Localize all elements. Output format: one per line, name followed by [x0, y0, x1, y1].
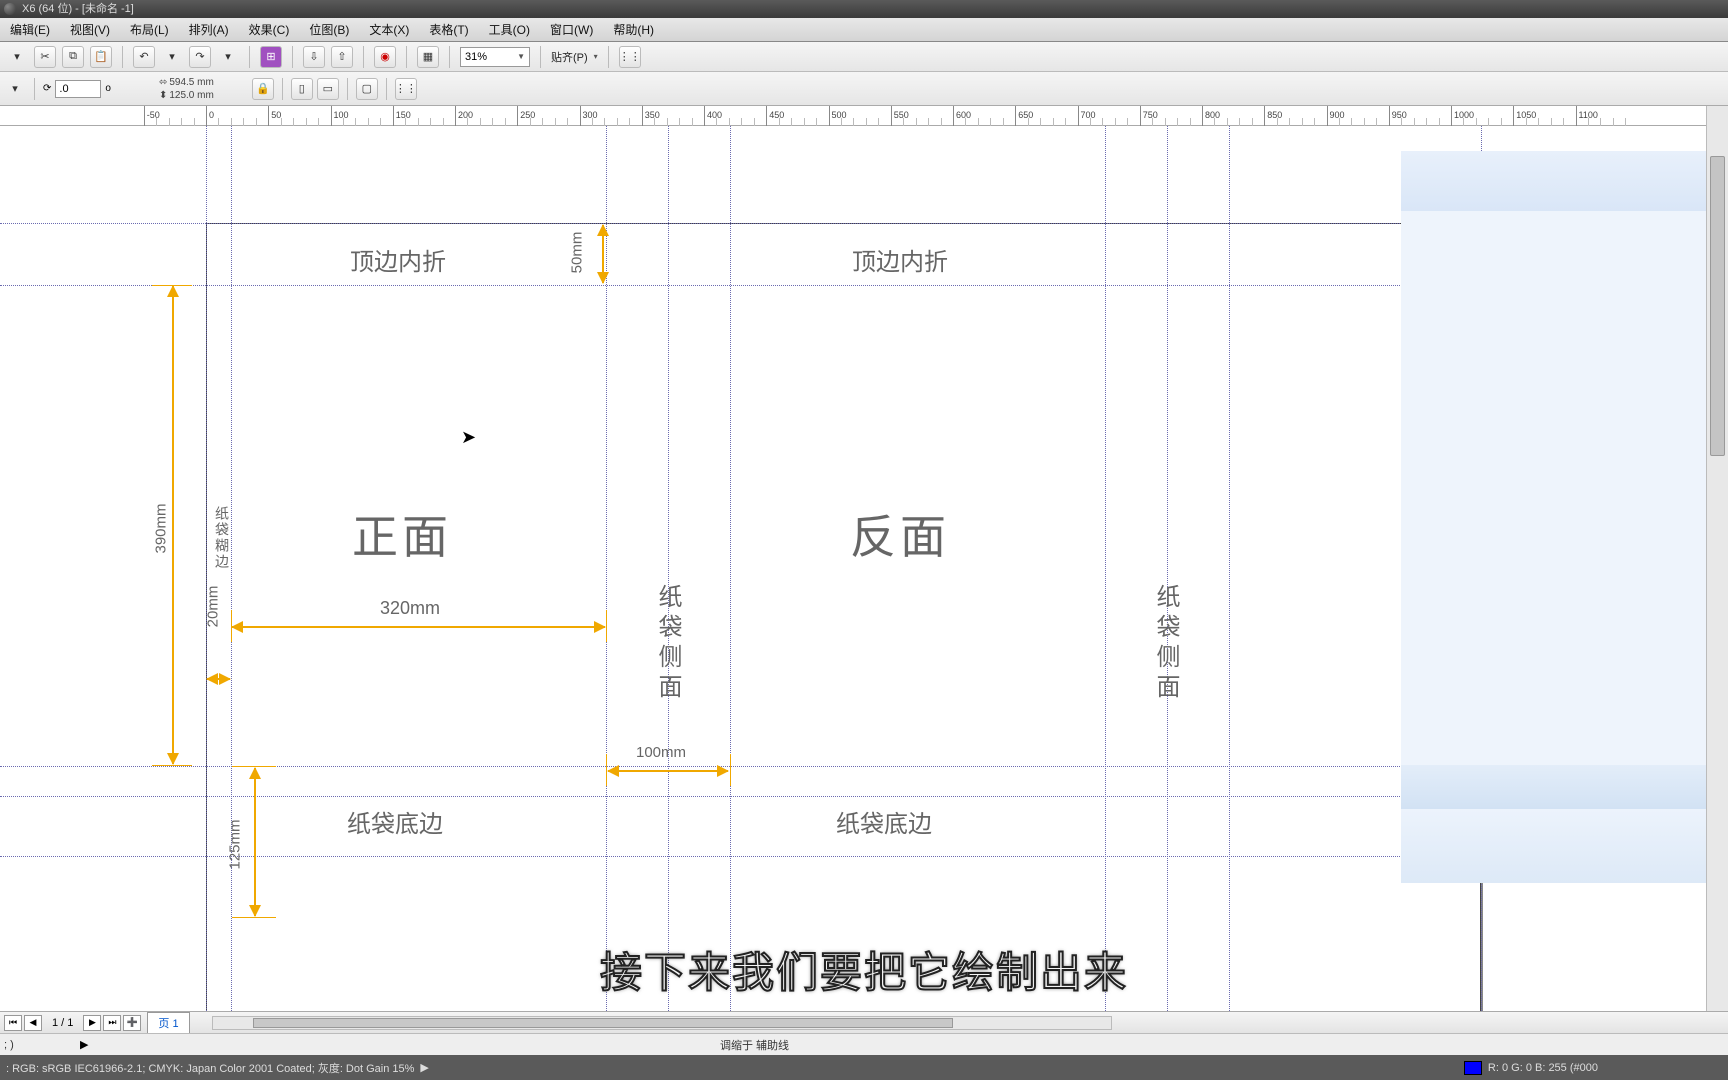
menu-text[interactable]: 文本(X): [359, 21, 419, 38]
triangle-icon: ▶: [80, 1038, 88, 1051]
dim-320mm-label: 320mm: [380, 598, 440, 619]
menu-arrange[interactable]: 排列(A): [179, 21, 239, 38]
front-title: 正面: [352, 501, 452, 567]
menu-edit[interactable]: 编辑(E): [0, 21, 60, 38]
undo-button[interactable]: ↶: [133, 46, 155, 68]
h-scroll-thumb[interactable]: [253, 1018, 953, 1028]
page-add[interactable]: ➕: [123, 1015, 141, 1031]
page-dimensions: ⬄594.5 mm ⬍125.0 mm: [159, 77, 214, 101]
degree-symbol: o: [105, 83, 111, 94]
title-text: X6 (64 位) - [未命名 -1]: [22, 0, 134, 18]
menu-bar[interactable]: 编辑(E) 视图(V) 布局(L) 排列(A) 效果(C) 位图(B) 文本(X…: [0, 18, 1728, 42]
dim-100mm-label: 100mm: [636, 744, 686, 761]
canvas[interactable]: 顶边内折 顶边内折 正面 反面 纸袋侧面 纸袋侧面 纸袋糊边 纸袋底边 纸袋底边…: [0, 126, 1706, 1011]
paste-button[interactable]: 📋: [90, 46, 112, 68]
search-button[interactable]: ⊞: [260, 46, 282, 68]
dim-50mm: [602, 225, 604, 283]
side-label-2: 纸袋侧面: [1148, 584, 1183, 704]
property-bar: ▾ ⟳ .0 o ⬄594.5 mm ⬍125.0 mm 🔒 ▯ ▭ ▢ ⋮⋮: [0, 72, 1728, 106]
app-icon: [4, 3, 16, 15]
color-readout: R: 0 G: 0 B: 255 (#000: [1464, 1061, 1598, 1075]
zoom-value: 31%: [465, 51, 487, 63]
page-prev[interactable]: ◀: [24, 1015, 42, 1031]
menu-bitmap[interactable]: 位图(B): [299, 21, 359, 38]
redo-button[interactable]: ↷: [189, 46, 211, 68]
page-button[interactable]: ▢: [356, 78, 378, 100]
dim-100mm: [608, 770, 728, 772]
menu-view[interactable]: 视图(V): [60, 21, 120, 38]
app-launcher-button[interactable]: ▦: [417, 46, 439, 68]
dim-390mm: [172, 286, 174, 764]
side-label-1: 纸袋侧面: [650, 584, 685, 704]
page-first[interactable]: ⏮: [4, 1015, 22, 1031]
dim-20mm: [207, 678, 230, 680]
rotate-icon: ⟳: [43, 83, 51, 94]
zoom-combo[interactable]: 31% ▼: [460, 47, 530, 67]
menu-layout[interactable]: 布局(L): [120, 21, 179, 38]
top-fold-label-2: 顶边内折: [852, 242, 948, 277]
units-button[interactable]: ⋮⋮: [395, 78, 417, 100]
page-tab-1[interactable]: 页 1: [147, 1012, 189, 1033]
cut-button[interactable]: ✂: [34, 46, 56, 68]
landscape-button[interactable]: ▭: [317, 78, 339, 100]
menu-window[interactable]: 窗口(W): [540, 21, 603, 38]
page-tab-bar: ⏮ ◀ 1 / 1 ▶ ⏭ ➕ 页 1: [0, 1011, 1728, 1033]
scrollbar-thumb[interactable]: [1710, 156, 1725, 456]
bottom-label-2: 纸袋底边: [836, 804, 932, 839]
color-profile-bar: : RGB: sRGB IEC61966-2.1; CMYK: Japan Co…: [0, 1055, 1728, 1080]
copy-button[interactable]: ⧉: [62, 46, 84, 68]
fill-swatch[interactable]: [1464, 1061, 1482, 1075]
cursor-coord: ; ): [0, 1039, 80, 1051]
dim-125mm-label: 125mm: [227, 819, 244, 869]
dim-50mm-label: 50mm: [568, 232, 585, 274]
page-last[interactable]: ⏭: [103, 1015, 121, 1031]
horizontal-scrollbar[interactable]: [212, 1016, 1112, 1030]
workspace: -500501001502002503003504004505005506006…: [0, 106, 1728, 1011]
import-button[interactable]: ⇩: [303, 46, 325, 68]
color-profile-text: : RGB: sRGB IEC61966-2.1; CMYK: Japan Co…: [6, 1060, 414, 1076]
top-fold-label-1: 顶边内折: [350, 242, 446, 277]
glue-edge-label: 纸袋糊边: [212, 506, 232, 570]
ruler-horizontal[interactable]: -500501001502002503003504004505005506006…: [0, 106, 1706, 126]
page-next[interactable]: ▶: [83, 1015, 101, 1031]
menu-table[interactable]: 表格(T): [419, 21, 478, 38]
page-counter: 1 / 1: [44, 1017, 81, 1029]
options-button[interactable]: ⋮⋮: [619, 46, 641, 68]
dropdown-icon[interactable]: ▾: [6, 46, 28, 68]
snap-chevron[interactable]: ▾: [594, 52, 598, 61]
status-bar: ; ) ▶ 调缩于 辅助线: [0, 1033, 1728, 1055]
dim-20mm-label: 20mm: [204, 586, 221, 628]
orientation-dropdown[interactable]: ▾: [4, 78, 26, 100]
menu-help[interactable]: 帮助(H): [603, 21, 664, 38]
snap-label[interactable]: 贴齐(P): [551, 49, 588, 65]
menu-effects[interactable]: 效果(C): [239, 21, 300, 38]
redo-menu[interactable]: ▾: [217, 46, 239, 68]
back-title: 反面: [850, 501, 950, 567]
dim-125mm: [254, 768, 256, 916]
publish-button[interactable]: ◉: [374, 46, 396, 68]
profile-chevron[interactable]: ▶: [420, 1061, 428, 1074]
chevron-down-icon: ▼: [517, 52, 525, 61]
cursor-icon: ➤: [461, 427, 476, 448]
vertical-scrollbar[interactable]: [1706, 106, 1728, 1011]
status-hint: 调缩于 辅助线: [720, 1037, 789, 1053]
lock-button[interactable]: 🔒: [252, 78, 274, 100]
title-bar: X6 (64 位) - [未命名 -1]: [0, 0, 1728, 18]
video-subtitle: 接下来我们要把它绘制出来: [600, 939, 1128, 1000]
export-button[interactable]: ⇧: [331, 46, 353, 68]
bottom-label-1: 纸袋底边: [347, 804, 443, 839]
standard-toolbar: ▾ ✂ ⧉ 📋 ↶ ▾ ↷ ▾ ⊞ ⇩ ⇧ ◉ ▦ 31% ▼ 贴齐(P) ▾ …: [0, 42, 1728, 72]
page-width: 594.5 mm: [169, 77, 213, 88]
page-height: 125.0 mm: [169, 90, 213, 101]
dim-320mm: [232, 626, 605, 628]
rgb-readout: R: 0 G: 0 B: 255 (#000: [1488, 1062, 1598, 1074]
rotation-input[interactable]: .0: [55, 80, 101, 98]
portrait-button[interactable]: ▯: [291, 78, 313, 100]
menu-tools[interactable]: 工具(O): [479, 21, 540, 38]
dim-390mm-label: 390mm: [153, 503, 170, 553]
undo-menu[interactable]: ▾: [161, 46, 183, 68]
